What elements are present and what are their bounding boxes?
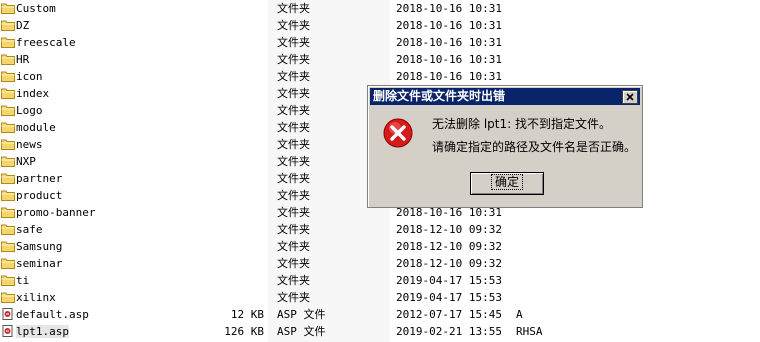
file-name: NXP (16, 155, 36, 168)
file-row[interactable]: default.asp 12 KB ASP 文件 2012-07-17 15:45 A (0, 306, 760, 323)
file-name: xilinx (16, 291, 56, 304)
file-type: 文件夹 (277, 223, 310, 236)
file-date: 2018-10-16 10:31 (396, 2, 502, 15)
file-date: 2019-04-17 15:53 (396, 291, 502, 304)
folder-icon (1, 105, 15, 116)
file-name: DZ (16, 19, 30, 32)
file-type: 文件夹 (277, 189, 310, 202)
file-type: 文件夹 (277, 274, 310, 287)
file-type: 文件夹 (277, 172, 310, 185)
error-message-line2: 请确定指定的路径及文件名是否正确。 (432, 140, 637, 154)
folder-icon (1, 139, 15, 150)
error-dialog: 删除文件或文件夹时出错 无法删除 lpt1: 找不到指定文件。 请确定指定的路径… (367, 85, 643, 208)
file-type: 文件夹 (277, 206, 310, 219)
file-name: Samsung (16, 240, 63, 253)
file-type: ASP 文件 (277, 308, 326, 321)
file-type: 文件夹 (277, 104, 310, 117)
file-date: 2019-04-17 15:53 (396, 274, 502, 287)
file-date: 2019-02-21 13:55 (396, 325, 502, 338)
file-size: 12 KB (230, 308, 264, 321)
file-name: news (16, 138, 43, 151)
file-name: index (16, 87, 50, 100)
file-date: 2018-10-16 10:31 (396, 70, 502, 83)
file-type: 文件夹 (277, 53, 310, 66)
file-name: HR (16, 53, 30, 66)
file-date: 2018-10-16 10:31 (396, 36, 502, 49)
file-type: 文件夹 (277, 240, 310, 253)
file-date: 2018-12-10 09:32 (396, 240, 502, 253)
file-type: 文件夹 (277, 87, 310, 100)
file-type: 文件夹 (277, 257, 310, 270)
file-row[interactable]: freescale 文件夹 2018-10-16 10:31 (0, 34, 760, 51)
file-name: freescale (16, 36, 76, 49)
folder-icon (1, 20, 15, 31)
file-type: ASP 文件 (277, 325, 326, 338)
file-size: 126 KB (224, 325, 264, 338)
file-type: 文件夹 (277, 155, 310, 168)
folder-icon (1, 207, 15, 218)
file-date: 2018-12-10 09:32 (396, 257, 502, 270)
file-date: 2018-10-16 10:31 (396, 53, 502, 66)
file-row[interactable]: seminar 文件夹 2018-12-10 09:32 (0, 255, 760, 272)
folder-icon (1, 3, 15, 14)
folder-icon (1, 190, 15, 201)
folder-icon (1, 173, 15, 184)
file-type: 文件夹 (277, 70, 310, 83)
folder-icon (1, 37, 15, 48)
file-name: ti (16, 274, 30, 287)
file-name: Logo (16, 104, 43, 117)
file-name: Custom (16, 2, 56, 15)
file-attributes: A (516, 308, 523, 321)
file-type: 文件夹 (277, 121, 310, 134)
file-type: 文件夹 (277, 19, 310, 32)
ok-button-label: 确定 (490, 174, 523, 190)
file-type: 文件夹 (277, 138, 310, 151)
file-attributes: RHSA (516, 325, 543, 338)
close-icon (626, 93, 634, 101)
file-row[interactable]: ti 文件夹 2019-04-17 15:53 (0, 272, 760, 289)
file-date: 2018-12-10 09:32 (396, 223, 502, 236)
folder-icon (1, 71, 15, 82)
file-name: partner (16, 172, 63, 185)
file-name: lpt1.asp (16, 325, 69, 338)
file-name: icon (16, 70, 43, 83)
file-name: product (16, 189, 63, 202)
folder-icon (1, 156, 15, 167)
file-row[interactable]: lpt1.asp 126 KB ASP 文件 2019-02-21 13:55 RHSA (0, 323, 760, 340)
file-row[interactable]: HR 文件夹 2018-10-16 10:31 (0, 51, 760, 68)
file-row[interactable]: DZ 文件夹 2018-10-16 10:31 (0, 17, 760, 34)
error-message-line1: 无法删除 lpt1: 找不到指定文件。 (432, 117, 611, 131)
close-button[interactable] (622, 90, 638, 104)
file-row[interactable]: icon 文件夹 2018-10-16 10:31 (0, 68, 760, 85)
file-type: 文件夹 (277, 2, 310, 15)
folder-icon (1, 88, 15, 99)
folder-icon (1, 275, 15, 286)
folder-icon (1, 54, 15, 65)
folder-icon (1, 292, 15, 303)
file-name: promo-banner (16, 206, 96, 219)
folder-icon (1, 241, 15, 252)
asp-file-icon (2, 308, 13, 320)
folder-icon (1, 224, 15, 235)
error-icon (383, 118, 413, 148)
file-row[interactable]: xilinx 文件夹 2019-04-17 15:53 (0, 289, 760, 306)
file-row[interactable]: Custom 文件夹 2018-10-16 10:31 (0, 0, 760, 17)
asp-file-icon (2, 325, 13, 337)
dialog-titlebar[interactable]: 删除文件或文件夹时出错 (370, 88, 640, 105)
folder-icon (1, 258, 15, 269)
file-name: safe (16, 223, 43, 236)
file-name: seminar (16, 257, 63, 270)
file-row[interactable]: Samsung 文件夹 2018-12-10 09:32 (0, 238, 760, 255)
file-date: 2012-07-17 15:45 (396, 308, 502, 321)
file-row[interactable]: safe 文件夹 2018-12-10 09:32 (0, 221, 760, 238)
file-type: 文件夹 (277, 291, 310, 304)
file-type: 文件夹 (277, 36, 310, 49)
file-name: module (16, 121, 56, 134)
ok-button[interactable]: 确定 (470, 172, 544, 195)
file-date: 2018-10-16 10:31 (396, 19, 502, 32)
folder-icon (1, 122, 15, 133)
dialog-title: 删除文件或文件夹时出错 (373, 89, 506, 103)
file-name: default.asp (16, 308, 89, 321)
